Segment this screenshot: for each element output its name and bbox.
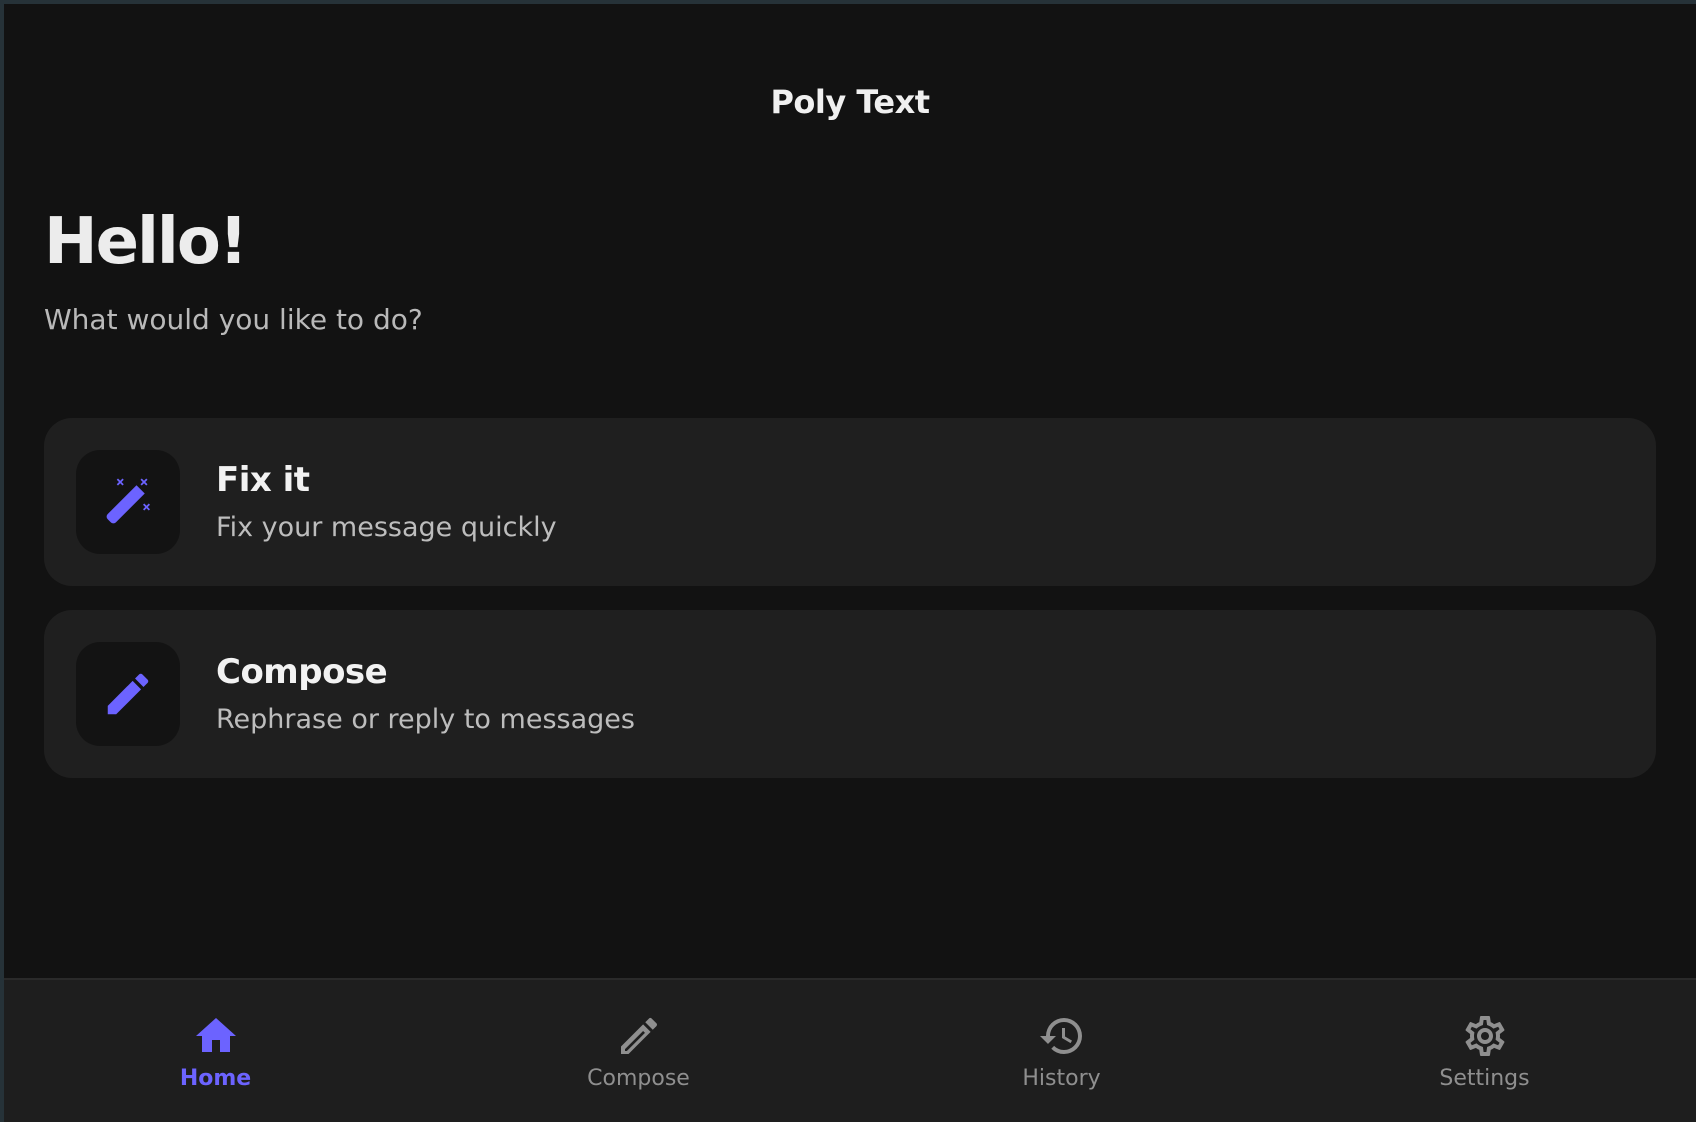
bottom-navigation: Home Compose History Settings [4, 978, 1696, 1122]
pencil-icon [76, 642, 180, 746]
pencil-icon [615, 1012, 663, 1060]
card-title: Fix it [216, 460, 310, 500]
magic-wand-icon [76, 450, 180, 554]
card-title: Compose [216, 652, 388, 692]
main-content: Hello! What would you like to do? Fix it… [44, 200, 1656, 802]
nav-label-history: History [1022, 1065, 1101, 1091]
card-subtitle: Rephrase or reply to messages [216, 704, 635, 735]
nav-item-settings[interactable]: Settings [1273, 980, 1696, 1122]
nav-item-compose[interactable]: Compose [427, 980, 850, 1122]
gear-icon [1461, 1012, 1509, 1060]
nav-label-settings: Settings [1439, 1065, 1530, 1091]
app-window: Poly Text Hello! What would you like to … [4, 4, 1696, 1122]
greeting-heading: Hello! [44, 205, 248, 279]
card-subtitle: Fix your message quickly [216, 512, 557, 543]
app-title: Poly Text [770, 83, 930, 121]
app-bar: Poly Text [4, 4, 1696, 200]
action-cards: Fix it Fix your message quickly Compose … [44, 418, 1656, 778]
home-icon [192, 1012, 240, 1060]
nav-item-home[interactable]: Home [4, 980, 427, 1122]
history-icon [1038, 1012, 1086, 1060]
nav-label-compose: Compose [587, 1065, 690, 1091]
compose-card[interactable]: Compose Rephrase or reply to messages [44, 610, 1656, 778]
nav-item-history[interactable]: History [850, 980, 1273, 1122]
nav-label-home: Home [179, 1065, 252, 1091]
fix-it-card[interactable]: Fix it Fix your message quickly [44, 418, 1656, 586]
greeting-prompt: What would you like to do? [44, 303, 423, 336]
